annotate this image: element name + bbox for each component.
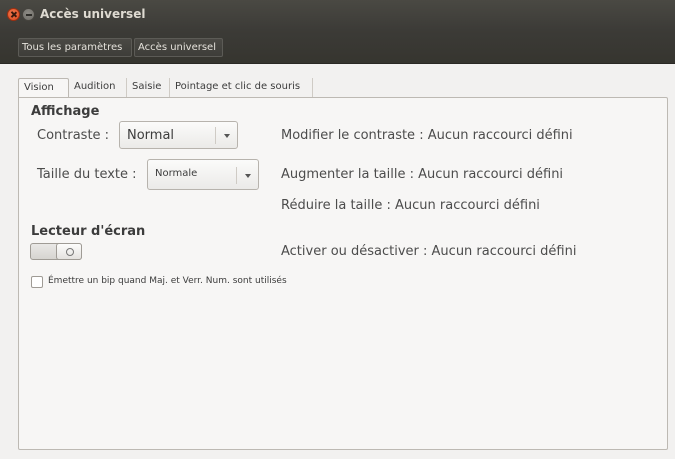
screen-reader-toggle[interactable] bbox=[30, 243, 82, 260]
tab-saisie[interactable]: Saisie bbox=[127, 78, 170, 97]
close-icon[interactable] bbox=[7, 8, 20, 21]
contrast-select[interactable]: Normal bbox=[119, 121, 238, 149]
display-heading: Affichage bbox=[31, 104, 100, 119]
breadcrumb: Tous les paramètres Accès universel bbox=[0, 30, 675, 64]
toggle-knob bbox=[56, 243, 82, 260]
window-title: Accès universel bbox=[40, 7, 146, 21]
breadcrumb-all-settings[interactable]: Tous les paramètres bbox=[18, 38, 132, 57]
minimize-icon[interactable] bbox=[22, 8, 35, 21]
beep-checkbox[interactable] bbox=[31, 276, 43, 288]
window-titlebar: Accès universel bbox=[0, 0, 675, 30]
shortcut-contrast[interactable]: Modifier le contraste : Aucun raccourci … bbox=[281, 128, 573, 143]
shortcut-toggle-reader[interactable]: Activer ou désactiver : Aucun raccourci … bbox=[281, 244, 576, 259]
vision-panel bbox=[18, 97, 668, 450]
shortcut-decrease-size[interactable]: Réduire la taille : Aucun raccourci défi… bbox=[281, 198, 540, 213]
screen-reader-heading: Lecteur d'écran bbox=[31, 224, 146, 239]
contrast-value: Normal bbox=[127, 128, 175, 143]
chevron-down-icon bbox=[236, 167, 258, 184]
text-size-select[interactable]: Normale bbox=[147, 159, 259, 190]
tab-pointing[interactable]: Pointage et clic de souris bbox=[170, 78, 313, 97]
tab-audition[interactable]: Audition bbox=[69, 78, 127, 97]
chevron-down-icon bbox=[215, 127, 237, 144]
beep-label[interactable]: Émettre un bip quand Maj. et Verr. Num. … bbox=[48, 276, 287, 286]
text-size-value: Normale bbox=[155, 168, 198, 179]
shortcut-increase-size[interactable]: Augmenter la taille : Aucun raccourci dé… bbox=[281, 167, 563, 182]
tab-vision[interactable]: Vision bbox=[18, 78, 69, 98]
contrast-label: Contraste : bbox=[37, 128, 110, 143]
text-size-label: Taille du texte : bbox=[37, 167, 137, 182]
breadcrumb-universal-access[interactable]: Accès universel bbox=[134, 38, 223, 57]
